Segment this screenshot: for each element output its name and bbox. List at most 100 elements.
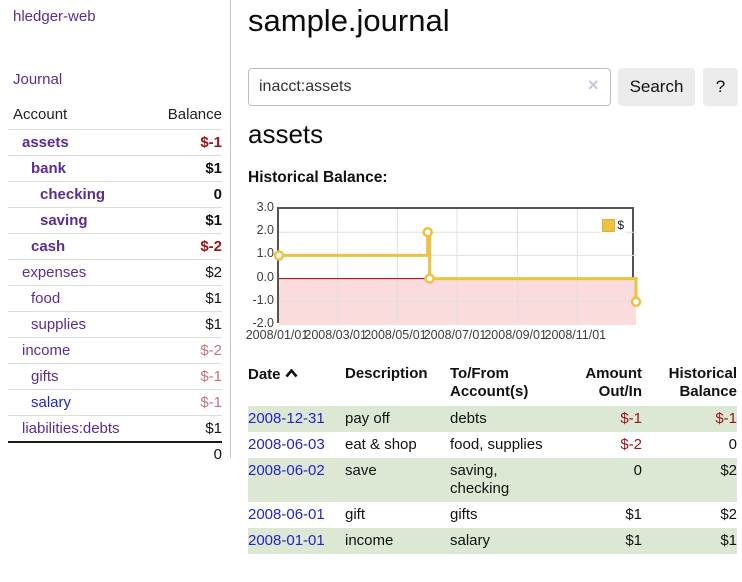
accounts-table-header: Account Balance xyxy=(8,102,222,129)
account-link[interactable]: assets xyxy=(8,134,69,151)
txn-amount: 0 xyxy=(563,458,642,502)
page-title: sample.journal xyxy=(248,3,450,39)
chart-plot-area: $ xyxy=(277,207,634,323)
account-link[interactable]: liabilities:debts xyxy=(8,420,120,437)
account-link[interactable]: saving xyxy=(8,212,88,229)
txn-accounts: food, supplies xyxy=(450,432,563,458)
txn-description: eat & shop xyxy=(345,432,450,458)
data-point-marker xyxy=(275,251,283,259)
legend-swatch-icon xyxy=(602,219,615,232)
sidebar-account-expenses[interactable]: expenses $2 xyxy=(8,259,222,285)
sidebar-account-supplies[interactable]: supplies $1 xyxy=(8,311,222,337)
clear-search-icon[interactable]: × xyxy=(588,75,599,96)
txn-date-link[interactable]: 2008-06-02 xyxy=(248,462,325,479)
txn-description: pay off xyxy=(345,406,450,432)
txn-amount: $1 xyxy=(563,528,642,554)
account-balance: $-2 xyxy=(200,238,222,255)
account-link[interactable]: expenses xyxy=(8,264,86,281)
txn-balance: 0 xyxy=(642,432,737,458)
txn-description: gift xyxy=(345,502,450,528)
txn-date-link[interactable]: 2008-06-03 xyxy=(248,436,325,453)
account-balance: $1 xyxy=(205,290,222,307)
x-tick-label: 2008/09/01 xyxy=(484,328,547,342)
account-balance: $-2 xyxy=(200,342,222,359)
txn-date-cell: 2008-06-03 xyxy=(248,432,345,458)
txn-date-link[interactable]: 2008-01-01 xyxy=(248,532,325,549)
sidebar-item-journal[interactable]: Journal xyxy=(13,71,62,88)
txn-balance: $2 xyxy=(642,458,737,502)
account-balance: $2 xyxy=(205,264,222,281)
sidebar-account-assets[interactable]: assets $-1 xyxy=(8,129,222,155)
sidebar-account-gifts[interactable]: gifts $-1 xyxy=(8,363,222,389)
account-link[interactable]: food xyxy=(8,290,60,307)
data-point-marker xyxy=(424,228,432,236)
sidebar-account-saving[interactable]: saving $1 xyxy=(8,207,222,233)
txn-date-cell: 2008-06-01 xyxy=(248,502,345,528)
accounts-header-account: Account xyxy=(13,106,67,123)
txn-accounts: gifts xyxy=(450,502,563,528)
txn-balance: $2 xyxy=(642,502,737,528)
sort-ascending-icon xyxy=(285,365,298,383)
account-link[interactable]: gifts xyxy=(8,368,59,385)
sidebar-account-cash[interactable]: cash $-2 xyxy=(8,233,222,259)
account-balance: $1 xyxy=(205,212,222,229)
app-brand-link[interactable]: hledger-web xyxy=(13,8,96,25)
search-input[interactable] xyxy=(248,68,611,106)
sidebar-account-checking[interactable]: checking 0 xyxy=(8,181,222,207)
historical-balance-chart: 3.02.01.00.0-1.0-2.0 $ 2008/01/012008/03… xyxy=(248,200,668,345)
txn-balance: $-1 xyxy=(642,406,737,432)
data-point-marker xyxy=(632,298,640,306)
account-heading: assets xyxy=(248,119,323,150)
y-tick-label: 3.0 xyxy=(248,200,274,214)
x-tick-label: 2008/01/01 xyxy=(246,328,309,342)
col-header-date[interactable]: Date xyxy=(248,362,345,406)
txn-date-cell: 2008-06-02 xyxy=(248,458,345,502)
chart-legend: $ xyxy=(601,217,625,233)
sidebar-account-salary[interactable]: salary $-1 xyxy=(8,389,222,415)
account-link[interactable]: checking xyxy=(8,186,105,203)
account-link[interactable]: bank xyxy=(8,160,66,177)
txn-date-link[interactable]: 2008-12-31 xyxy=(248,410,325,427)
txn-date-cell: 2008-01-01 xyxy=(248,528,345,554)
account-balance: 0 xyxy=(214,186,222,203)
sidebar-account-liabilities-debts[interactable]: liabilities:debts $1 xyxy=(8,415,222,441)
txn-accounts: debts xyxy=(450,406,563,432)
register-row: 2008-12-31 pay off debts $-1 $-1 xyxy=(248,406,737,432)
x-tick-label: 2008/07/01 xyxy=(424,328,487,342)
help-button[interactable]: ? xyxy=(703,68,738,106)
accounts-total: 0 xyxy=(8,441,222,466)
x-tick-label: 2008/03/01 xyxy=(304,328,367,342)
col-header-date-label: Date xyxy=(248,366,281,383)
account-balance: $-1 xyxy=(200,134,222,151)
x-tick-label: 2008/11/01 xyxy=(544,328,606,342)
search-button[interactable]: Search xyxy=(618,68,695,106)
account-balance: $-1 xyxy=(200,394,222,411)
register-row: 2008-06-03 eat & shop food, supplies $-2… xyxy=(248,432,737,458)
account-link[interactable]: cash xyxy=(8,238,65,255)
y-tick-label: 1.0 xyxy=(248,246,274,260)
register-row: 2008-06-02 save saving, checking 0 $2 xyxy=(248,458,737,502)
account-balance: $1 xyxy=(205,420,222,437)
account-link[interactable]: income xyxy=(8,342,70,359)
legend-label: $ xyxy=(617,218,624,232)
chart-title: Historical Balance: xyxy=(248,169,388,187)
col-header-tofrom: To/From Account(s) xyxy=(450,362,563,406)
sidebar-account-income[interactable]: income $-2 xyxy=(8,337,222,363)
account-link[interactable]: supplies xyxy=(8,316,86,333)
main-content: sample.journal × Search ? assets Histori… xyxy=(248,0,742,582)
account-link[interactable]: salary xyxy=(8,394,71,411)
col-header-balance: Historical Balance xyxy=(642,362,737,406)
accounts-header-balance: Balance xyxy=(168,106,222,123)
txn-amount: $1 xyxy=(563,502,642,528)
sidebar-account-food[interactable]: food $1 xyxy=(8,285,222,311)
x-tick-label: 2008/05/01 xyxy=(364,328,427,342)
txn-amount: $-1 xyxy=(563,406,642,432)
account-balance: $1 xyxy=(205,316,222,333)
account-balance: $-1 xyxy=(200,368,222,385)
txn-description: income xyxy=(345,528,450,554)
txn-accounts: saving, checking xyxy=(450,458,563,502)
register-row: 2008-01-01 income salary $1 $1 xyxy=(248,528,737,554)
sidebar-account-bank[interactable]: bank $1 xyxy=(8,155,222,181)
txn-amount: $-2 xyxy=(563,432,642,458)
txn-date-link[interactable]: 2008-06-01 xyxy=(248,506,325,523)
